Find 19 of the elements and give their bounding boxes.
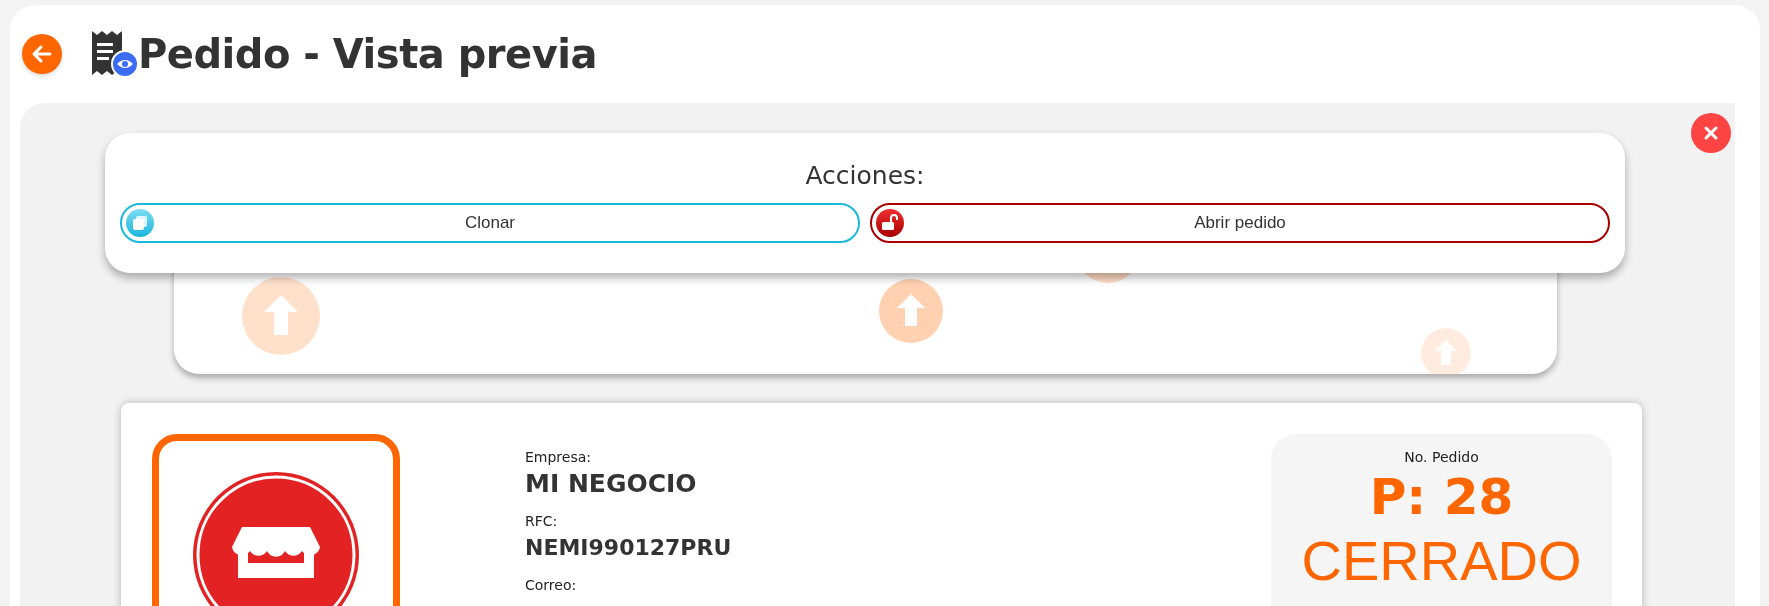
close-button[interactable] xyxy=(1691,113,1731,153)
field-value: NEMI990127PRU xyxy=(525,534,732,562)
order-label: No. Pedido xyxy=(1403,448,1480,466)
close-icon xyxy=(1703,125,1719,141)
copy-icon xyxy=(126,209,154,237)
action-button[interactable]: Abrir pedido xyxy=(870,203,1610,243)
action-button[interactable]: Clonar xyxy=(120,203,860,243)
back-arrow-icon xyxy=(31,43,53,65)
back-button[interactable] xyxy=(22,34,62,74)
unlocked-padlock-icon xyxy=(876,209,904,237)
order-status: CERRADO xyxy=(1300,528,1583,594)
field-value: MI NEGOCIO xyxy=(525,468,698,500)
order-number: P: 28 xyxy=(1368,467,1515,528)
field-label: Empresa: xyxy=(525,448,593,466)
actions-heading: Acciones: xyxy=(804,160,926,192)
page-title: Pedido - Vista previa xyxy=(138,31,597,77)
field-label: RFC: xyxy=(525,512,559,530)
receipt-preview-icon xyxy=(90,29,140,79)
field-label: Correo: xyxy=(525,576,578,594)
